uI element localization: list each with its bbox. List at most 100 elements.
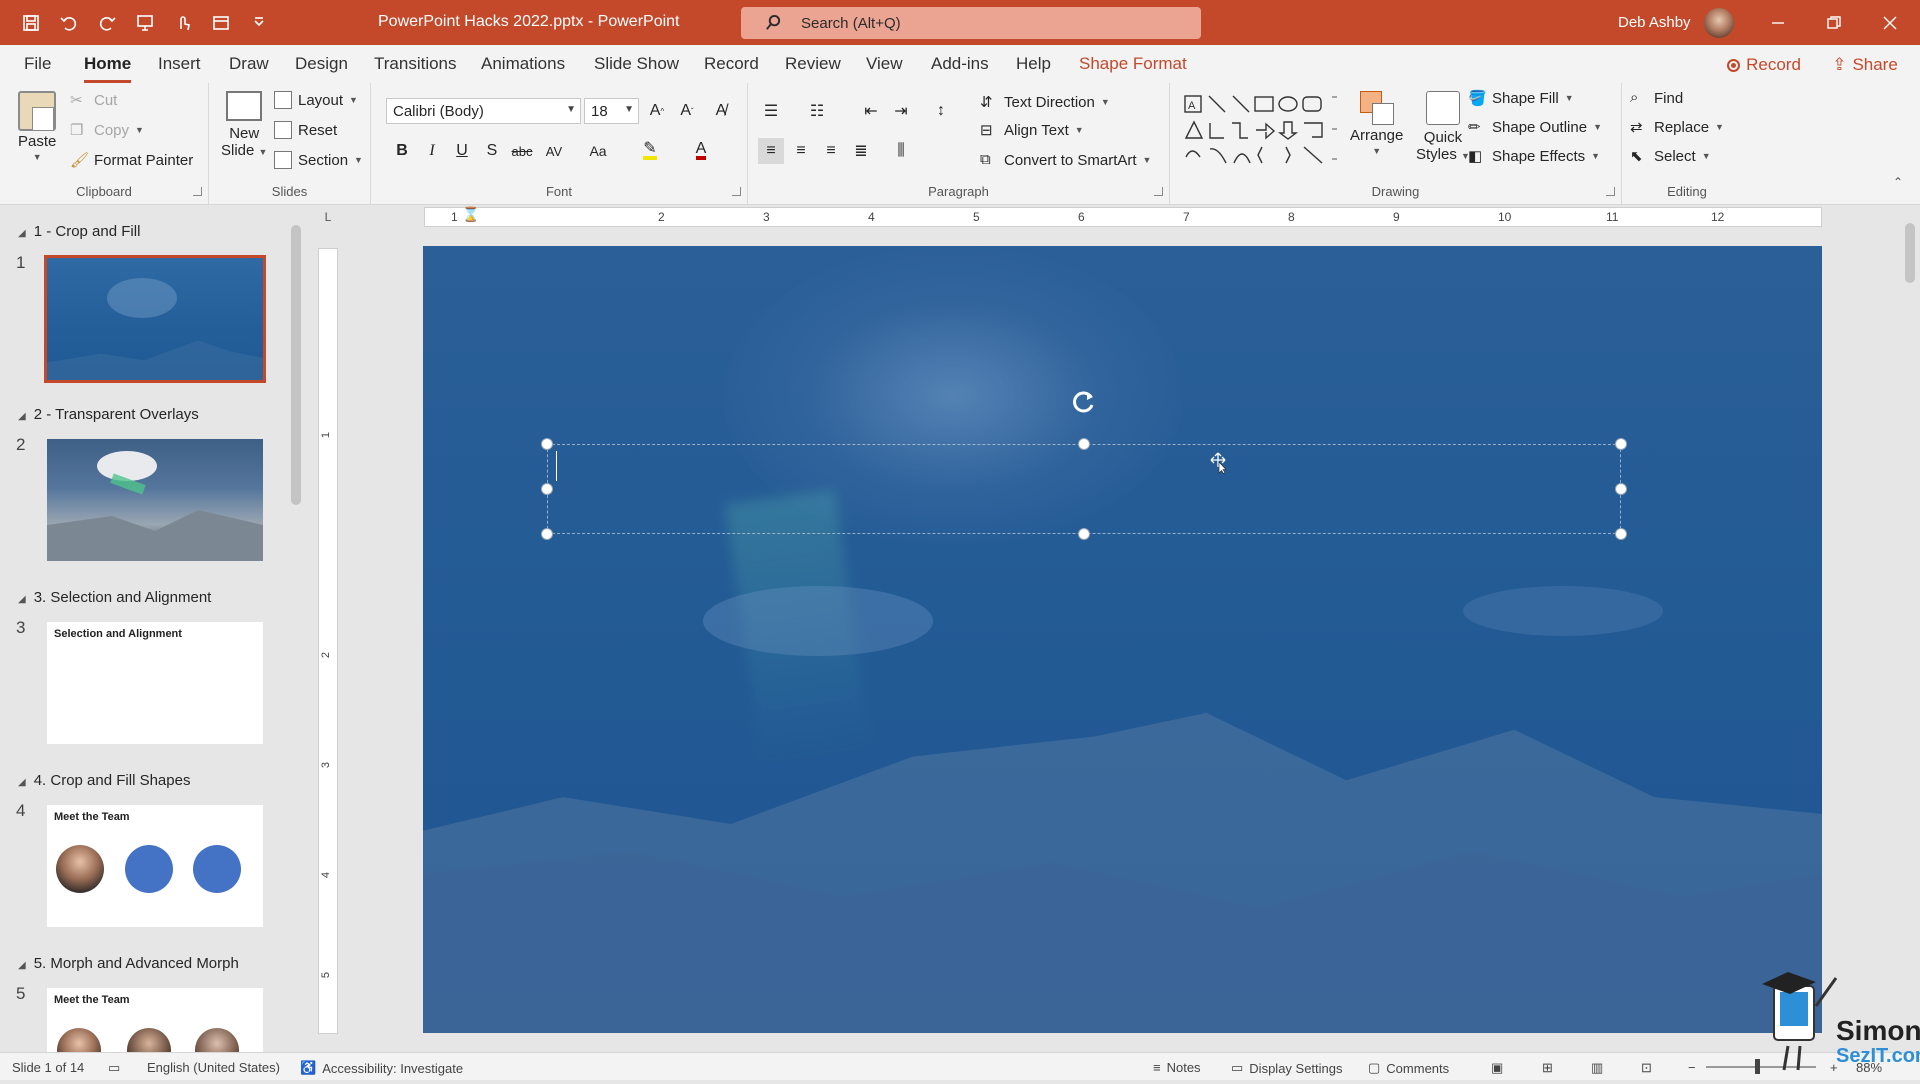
justify-icon[interactable]: ≣: [848, 138, 874, 164]
tab-record[interactable]: Record: [704, 54, 759, 74]
notes-button[interactable]: ≡ Notes: [1153, 1060, 1201, 1075]
shapes-gallery[interactable]: A: [1182, 93, 1342, 171]
dialog-launcher-icon[interactable]: [1154, 187, 1163, 196]
section-button[interactable]: Section ▼: [274, 151, 363, 169]
restore-icon[interactable]: [1821, 11, 1847, 35]
underline-icon[interactable]: U: [449, 138, 475, 164]
record-button[interactable]: Record: [1715, 51, 1813, 79]
display-settings-button[interactable]: ▭ Display Settings: [1231, 1060, 1343, 1076]
collapse-ribbon-icon[interactable]: ⌃: [1893, 175, 1903, 189]
resize-handle[interactable]: [541, 438, 553, 450]
change-case-icon[interactable]: Aa: [585, 138, 611, 164]
align-text-button[interactable]: ⊟ Align Text ▼: [980, 121, 1084, 140]
comments-button[interactable]: ▢ Comments: [1368, 1060, 1449, 1076]
bullets-icon[interactable]: ☰: [758, 98, 784, 124]
resize-handle[interactable]: [541, 483, 553, 495]
section-header[interactable]: ◢ 2 - Transparent Overlays: [18, 406, 199, 423]
paste-button[interactable]: Paste ▼: [18, 91, 56, 162]
dialog-launcher-icon[interactable]: [193, 187, 202, 196]
minimize-icon[interactable]: [1765, 11, 1791, 35]
resize-handle[interactable]: [1078, 438, 1090, 450]
clear-formatting-icon[interactable]: A̸: [708, 98, 734, 124]
accessibility-status[interactable]: ♿ Accessibility: Investigate: [300, 1060, 463, 1076]
decrease-font-size-icon[interactable]: Aˇ: [674, 98, 700, 124]
columns-icon[interactable]: ⫼: [888, 138, 914, 164]
undo-icon[interactable]: [56, 10, 82, 36]
tab-animations[interactable]: Animations: [481, 54, 565, 74]
font-family-combo[interactable]: Calibri (Body) ▼: [386, 98, 581, 124]
resize-handle[interactable]: [1615, 483, 1627, 495]
resize-handle[interactable]: [1615, 438, 1627, 450]
font-size-combo[interactable]: 18 ▼: [584, 98, 639, 124]
italic-icon[interactable]: I: [419, 138, 445, 164]
slide-thumbnail[interactable]: [47, 439, 263, 561]
close-icon[interactable]: [1877, 11, 1903, 35]
font-color-icon[interactable]: A: [688, 138, 714, 164]
tab-view[interactable]: View: [866, 54, 903, 74]
normal-view-icon[interactable]: ▣: [1491, 1060, 1503, 1076]
align-center-icon[interactable]: ≡: [788, 138, 814, 164]
slide-thumbnail[interactable]: Meet the Team: [47, 805, 263, 927]
highlight-color-icon[interactable]: ✎: [637, 138, 663, 164]
bold-icon[interactable]: B: [389, 138, 415, 164]
arrange-button[interactable]: Arrange ▼: [1350, 91, 1403, 156]
dialog-launcher-icon[interactable]: [732, 187, 741, 196]
thumbnails-scrollbar[interactable]: [287, 205, 307, 1052]
cut-button[interactable]: ✂ Cut: [70, 91, 117, 110]
section-header[interactable]: ◢ 3. Selection and Alignment: [18, 589, 211, 606]
slide-sorter-icon[interactable]: ⊞: [1542, 1060, 1553, 1076]
align-left-icon[interactable]: ≡: [758, 138, 784, 164]
vertical-scrollbar[interactable]: [1899, 205, 1920, 1052]
select-button[interactable]: ⬉ Select ▼: [1630, 147, 1711, 166]
tab-insert[interactable]: Insert: [158, 54, 201, 74]
user-name[interactable]: Deb Ashby: [1618, 14, 1691, 31]
tab-help[interactable]: Help: [1016, 54, 1051, 74]
rotate-handle-icon[interactable]: [1070, 388, 1098, 416]
spelling-icon[interactable]: ▭: [108, 1060, 120, 1076]
line-spacing-icon[interactable]: ↕: [928, 98, 954, 124]
copy-button[interactable]: ❐ Copy ▼: [70, 121, 144, 140]
tab-home[interactable]: Home: [84, 54, 132, 83]
resize-handle[interactable]: [1615, 528, 1627, 540]
touch-mode-icon[interactable]: [170, 10, 196, 36]
resize-handle[interactable]: [541, 528, 553, 540]
tab-transitions[interactable]: Transitions: [374, 54, 457, 74]
increase-font-size-icon[interactable]: A ^: [644, 98, 670, 124]
customize-toolbar-icon[interactable]: [246, 10, 272, 36]
redo-icon[interactable]: [94, 10, 120, 36]
strikethrough-icon[interactable]: abc: [509, 138, 535, 164]
resize-handle[interactable]: [1078, 528, 1090, 540]
shape-effects-button[interactable]: ◧ Shape Effects ▼: [1468, 147, 1600, 166]
numbering-icon[interactable]: ☷: [804, 98, 830, 124]
shape-fill-button[interactable]: 🪣 Shape Fill ▼: [1468, 89, 1574, 108]
avatar[interactable]: [1704, 8, 1734, 38]
tab-review[interactable]: Review: [785, 54, 841, 74]
present-from-beginning-icon[interactable]: [132, 10, 158, 36]
selected-text-box[interactable]: [547, 444, 1621, 534]
section-header[interactable]: ◢ 5. Morph and Advanced Morph: [18, 955, 239, 972]
slide-thumbnail[interactable]: Meet the Team: [47, 988, 263, 1052]
find-button[interactable]: ⌕ Find: [1630, 89, 1683, 107]
text-shadow-icon[interactable]: S: [479, 138, 505, 164]
tab-file[interactable]: File: [24, 54, 51, 74]
align-right-icon[interactable]: ≡: [818, 138, 844, 164]
zoom-out-icon[interactable]: −: [1688, 1060, 1696, 1075]
shape-outline-button[interactable]: ✏ Shape Outline ▼: [1468, 118, 1602, 137]
tab-add-ins[interactable]: Add-ins: [931, 54, 989, 74]
language-status[interactable]: English (United States): [147, 1060, 280, 1075]
tab-draw[interactable]: Draw: [229, 54, 269, 74]
slide-thumbnail[interactable]: [44, 255, 266, 383]
tab-selector[interactable]: L: [318, 207, 338, 227]
tab-shape-format[interactable]: Shape Format: [1079, 54, 1187, 74]
slideshow-view-icon[interactable]: ⊡: [1641, 1060, 1652, 1076]
new-slide-button[interactable]: New Slide ▼: [221, 91, 267, 159]
character-spacing-icon[interactable]: AV: [541, 138, 567, 164]
convert-smartart-button[interactable]: ⧉ Convert to SmartArt ▼: [980, 151, 1151, 169]
search-box[interactable]: Search (Alt+Q): [741, 7, 1201, 39]
slide-canvas[interactable]: [423, 246, 1822, 1033]
text-direction-button[interactable]: ⇵ Text Direction ▼: [980, 93, 1110, 112]
share-button[interactable]: ⇪ Share: [1820, 51, 1910, 79]
save-icon[interactable]: [18, 10, 44, 36]
increase-indent-icon[interactable]: ⇥: [888, 98, 914, 124]
layout-button[interactable]: Layout ▼: [274, 91, 358, 109]
